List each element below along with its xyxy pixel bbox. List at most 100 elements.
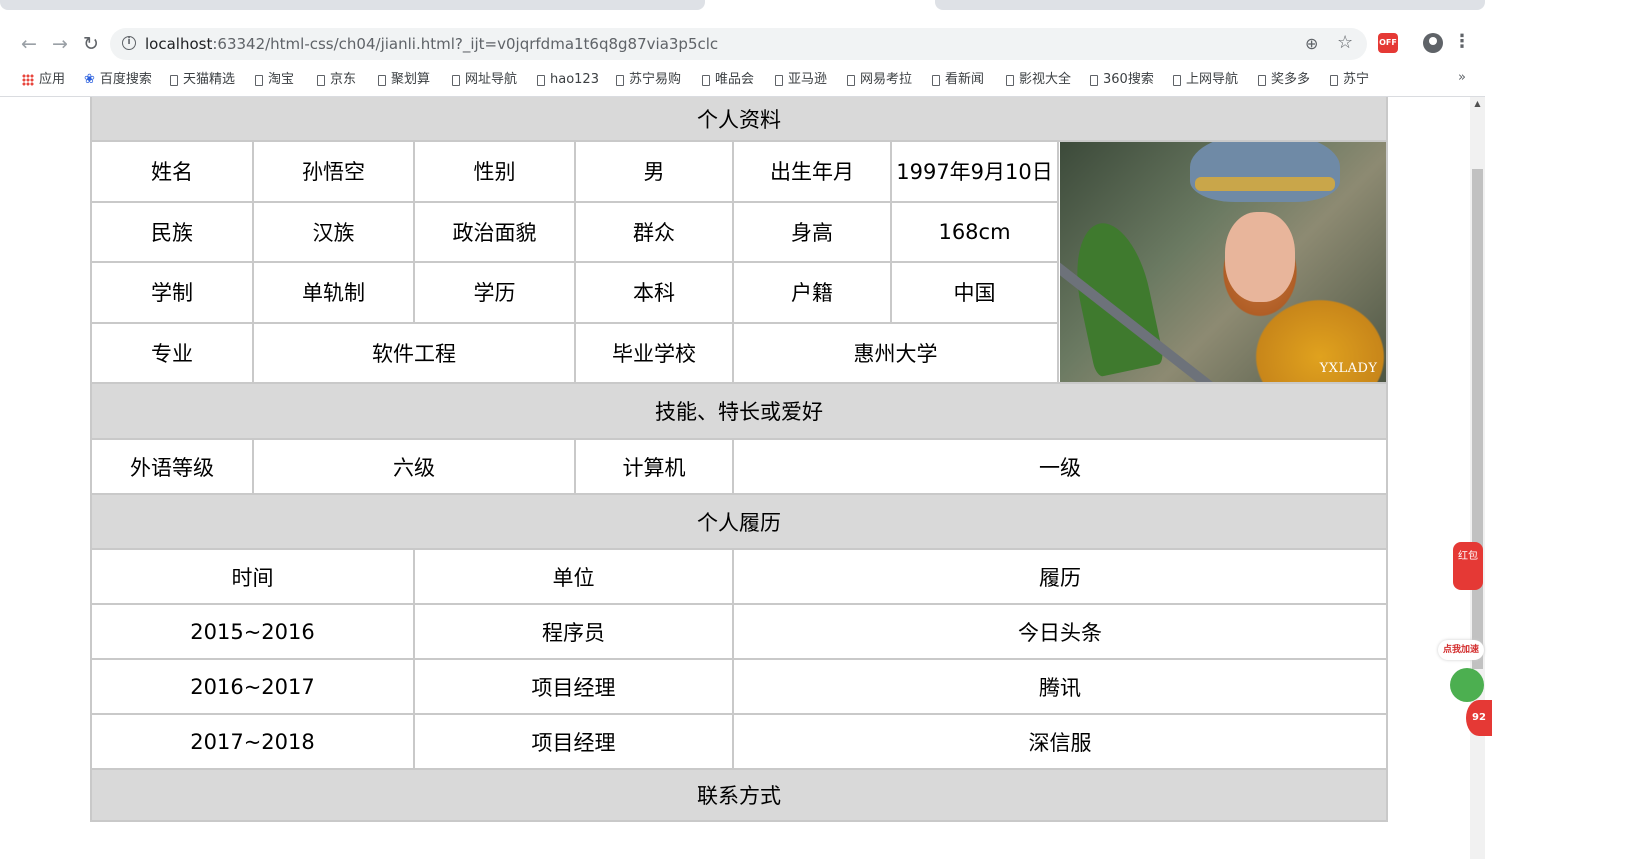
reload-icon[interactable]: ↻: [79, 32, 103, 56]
history-unit: 项目经理: [413, 658, 734, 715]
resume-table: 个人资料 姓名 孙悟空 性别 男 出生年月 1997年9月10日 YXLADY …: [89, 97, 1389, 822]
page-scrollbar[interactable]: ▲: [1470, 97, 1485, 859]
bookmark-item[interactable]: 京东: [317, 70, 356, 90]
url-path: :63342/html-css/ch04/jianli.html?_ijt=v0…: [212, 35, 719, 53]
language-value: 六级: [252, 438, 576, 495]
bookmark-label: 上网导航: [1186, 72, 1239, 87]
ethnicity-value: 汉族: [252, 200, 415, 263]
bookmark-item[interactable]: hao123: [537, 70, 599, 90]
major-label: 专业: [90, 321, 254, 384]
photo-watermark: YXLADY: [1319, 361, 1378, 376]
photo-hat: [1189, 142, 1340, 202]
speed-number-badge[interactable]: 92: [1466, 700, 1492, 736]
history-record: 深信服: [731, 713, 1389, 770]
profile-icon[interactable]: [1423, 33, 1443, 53]
history-header-time: 时间: [90, 548, 415, 605]
red-envelope-widget[interactable]: 红包: [1453, 542, 1483, 590]
scroll-up-icon[interactable]: ▲: [1470, 99, 1485, 108]
photo-face: [1224, 212, 1295, 302]
bookmark-label: 看新闻: [945, 72, 985, 87]
history-record: 今日头条: [731, 603, 1389, 660]
browser-toolbar: ← → ↻ i localhost:63342/html-css/ch04/ji…: [0, 22, 1485, 66]
computer-value: 一级: [731, 438, 1389, 495]
bookmark-label: 唯品会: [715, 72, 755, 87]
bookmark-label: 聚划算: [391, 72, 431, 87]
bookmark-label: 苏宁: [1343, 72, 1370, 87]
history-unit: 项目经理: [413, 713, 734, 770]
height-value: 168cm: [890, 200, 1059, 263]
history-record: 腾讯: [731, 658, 1389, 715]
household-label: 户籍: [732, 261, 892, 324]
page-icon: [702, 74, 710, 86]
household-value: 中国: [890, 261, 1059, 324]
bookmark-label: 苏宁易购: [629, 72, 682, 87]
bookmark-item[interactable]: 影视大全: [1006, 70, 1071, 90]
page-icon: [317, 74, 325, 86]
table-row: 2015~2016 程序员 今日头条: [90, 603, 1389, 660]
paw-icon: ❀: [84, 72, 95, 87]
page-icon: [1173, 74, 1181, 86]
page-icon: [616, 74, 624, 86]
bookmark-label: 奖多多: [1271, 72, 1311, 87]
bookmark-item[interactable]: 天猫精选: [170, 70, 235, 90]
speed-ball-icon[interactable]: [1450, 668, 1484, 702]
bookmark-label: 网址导航: [465, 72, 518, 87]
photo-cell: YXLADY: [1056, 140, 1389, 384]
bookmark-item[interactable]: 奖多多: [1258, 70, 1310, 90]
speed-up-button[interactable]: 点我加速: [1438, 640, 1484, 660]
browser-tab[interactable]: [0, 0, 705, 10]
bookmark-apps[interactable]: 应用: [22, 70, 65, 90]
page-icon: [775, 74, 783, 86]
education-label: 学历: [413, 261, 576, 324]
computer-label: 计算机: [574, 438, 734, 495]
bookmark-item[interactable]: 亚马逊: [775, 70, 827, 90]
address-bar[interactable]: i localhost:63342/html-css/ch04/jianli.h…: [110, 28, 1367, 60]
section-skills: 技能、特长或爱好: [89, 382, 1389, 440]
history-header-unit: 单位: [413, 548, 734, 605]
gender-value: 男: [574, 140, 734, 203]
bookmark-item[interactable]: 网易考拉: [847, 70, 912, 90]
page-icon: [378, 74, 386, 86]
bookmark-item[interactable]: 唯品会: [702, 70, 754, 90]
page-icon: [1330, 74, 1338, 86]
menu-icon[interactable]: ⋮: [1453, 31, 1471, 52]
system-value: 单轨制: [252, 261, 415, 324]
bookmarks-bar: 应用 ❀ 百度搜索 天猫精选 淘宝 京东 聚划算 网址导航 hao123 苏宁易购…: [0, 66, 1485, 97]
info-icon[interactable]: i: [122, 36, 136, 50]
system-label: 学制: [90, 261, 254, 324]
more-bookmarks-icon[interactable]: »: [1458, 70, 1466, 85]
bookmark-item[interactable]: ❀ 百度搜索: [84, 70, 152, 90]
bookmark-item[interactable]: 淘宝: [255, 70, 294, 90]
history-time: 2017~2018: [90, 713, 415, 770]
url-text[interactable]: localhost:63342/html-css/ch04/jianli.htm…: [145, 35, 718, 53]
bookmark-item[interactable]: 聚划算: [378, 70, 430, 90]
zoom-icon[interactable]: ⊕: [1305, 34, 1318, 53]
browser-tab[interactable]: [935, 0, 1485, 10]
name-value: 孙悟空: [252, 140, 415, 203]
language-label: 外语等级: [90, 438, 254, 495]
page-icon: [932, 74, 940, 86]
tab-strip: [0, 0, 1485, 14]
bookmark-label: 天猫精选: [183, 72, 236, 87]
forward-icon[interactable]: →: [48, 32, 72, 56]
bookmark-item[interactable]: 看新闻: [932, 70, 984, 90]
birth-value: 1997年9月10日: [890, 140, 1059, 203]
height-label: 身高: [732, 200, 892, 263]
extension-icon[interactable]: OFF: [1378, 33, 1398, 53]
section-personal-info: 个人资料: [89, 97, 1389, 142]
scroll-thumb[interactable]: [1472, 169, 1483, 669]
page-icon: [537, 74, 545, 86]
major-value: 软件工程: [252, 321, 576, 384]
bookmark-item[interactable]: 360搜索: [1090, 70, 1154, 90]
history-time: 2016~2017: [90, 658, 415, 715]
bookmark-item[interactable]: 苏宁: [1330, 70, 1369, 90]
bookmark-label: 亚马逊: [788, 72, 828, 87]
back-icon[interactable]: ←: [17, 32, 41, 56]
bookmark-item[interactable]: 网址导航: [452, 70, 517, 90]
bookmark-label: 京东: [330, 72, 357, 87]
birth-label: 出生年月: [732, 140, 892, 203]
bookmark-item[interactable]: 上网导航: [1173, 70, 1238, 90]
bookmark-star-icon[interactable]: ☆: [1337, 32, 1353, 53]
bookmark-item[interactable]: 苏宁易购: [616, 70, 681, 90]
bookmark-label: 淘宝: [268, 72, 295, 87]
